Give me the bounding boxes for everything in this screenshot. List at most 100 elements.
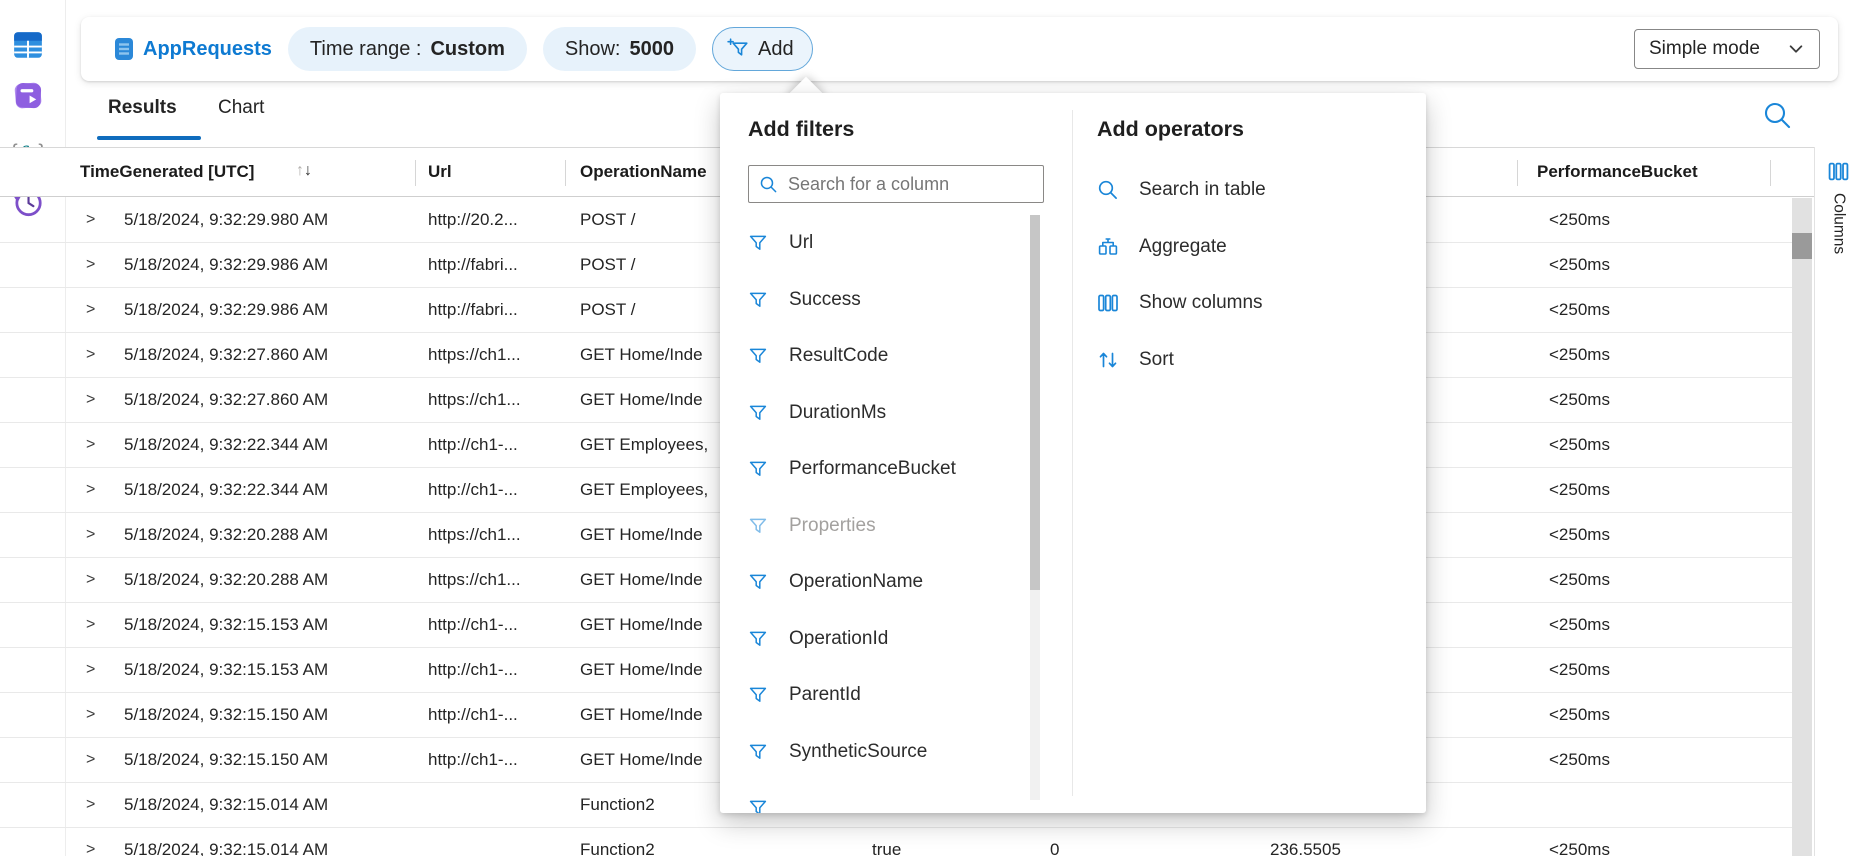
cell-operation: Function2 bbox=[580, 828, 655, 856]
table-name-link[interactable]: AppRequests bbox=[114, 36, 272, 62]
cell-performance: <250ms bbox=[1549, 468, 1610, 512]
active-tab-underline bbox=[97, 136, 201, 140]
row-expand-chevron-icon[interactable]: > bbox=[86, 333, 95, 376]
header-operation-name[interactable]: OperationName bbox=[580, 148, 707, 196]
column-search-input[interactable] bbox=[788, 174, 1033, 195]
cell-time: 5/18/2024, 9:32:29.986 AM bbox=[124, 243, 328, 287]
column-search-box[interactable] bbox=[748, 165, 1044, 203]
notebook-icon[interactable] bbox=[12, 79, 46, 113]
row-expand-chevron-icon[interactable]: > bbox=[86, 783, 95, 826]
filter-item-label: ResultCode bbox=[789, 345, 888, 367]
cell-url: https://ch1... bbox=[428, 333, 521, 377]
filter-item-label: OperationId bbox=[789, 628, 888, 650]
row-expand-chevron-icon[interactable]: > bbox=[86, 693, 95, 736]
filter-list-scrollbar[interactable] bbox=[1030, 215, 1040, 800]
column-divider bbox=[1517, 160, 1518, 186]
cell-operation: GET Home/Inde bbox=[580, 378, 703, 422]
table-scrollbar-thumb[interactable] bbox=[1792, 233, 1812, 259]
filter-item-url[interactable]: Url bbox=[748, 215, 1026, 272]
operator-item-aggregate[interactable]: Aggregate bbox=[1097, 219, 1402, 276]
cell-performance: <250ms bbox=[1549, 198, 1610, 242]
filter-item-parentid[interactable]: ParentId bbox=[748, 667, 1026, 724]
toolbar: AppRequests Time range : Custom Show: 50… bbox=[81, 17, 1838, 81]
cell-url: http://fabri... bbox=[428, 288, 518, 332]
filter-item-resultcode[interactable]: ResultCode bbox=[748, 328, 1026, 385]
filter-item-syntheticsource[interactable]: SyntheticSource bbox=[748, 724, 1026, 781]
cell-performance: <250ms bbox=[1549, 378, 1610, 422]
cell-operation: GET Home/Inde bbox=[580, 558, 703, 602]
filter-item-operationid[interactable]: OperationId bbox=[748, 611, 1026, 668]
filter-list-scrollbar-thumb[interactable] bbox=[1030, 215, 1040, 590]
cell-time: 5/18/2024, 9:32:15.150 AM bbox=[124, 738, 328, 782]
operator-item-search-in-table[interactable]: Search in table bbox=[1097, 162, 1402, 219]
cell-url: https://ch1... bbox=[428, 513, 521, 557]
row-expand-chevron-icon[interactable]: > bbox=[86, 378, 95, 421]
row-expand-chevron-icon[interactable]: > bbox=[86, 558, 95, 601]
header-url[interactable]: Url bbox=[428, 148, 452, 196]
cell-operation: GET Home/Inde bbox=[580, 603, 703, 647]
filter-item-durationms[interactable]: DurationMs bbox=[748, 385, 1026, 442]
time-range-value: Custom bbox=[430, 38, 504, 61]
columns-tab-label: Columns bbox=[1830, 193, 1848, 254]
table-scrollbar[interactable] bbox=[1792, 198, 1812, 856]
table-view-icon[interactable] bbox=[12, 29, 46, 63]
cell-duration_ms: 236.5505 bbox=[1270, 828, 1341, 856]
cell-performance: <250ms bbox=[1549, 423, 1610, 467]
row-expand-chevron-icon[interactable]: > bbox=[86, 423, 95, 466]
sort-descending-icon: ↓ bbox=[304, 162, 312, 179]
filter-item-operationname[interactable]: OperationName bbox=[748, 554, 1026, 611]
row-expand-chevron-icon[interactable]: > bbox=[86, 603, 95, 646]
mode-selector[interactable]: Simple mode bbox=[1634, 29, 1820, 69]
row-expand-chevron-icon[interactable]: > bbox=[86, 288, 95, 331]
operator-item-sort[interactable]: Sort bbox=[1097, 332, 1402, 389]
tab-chart[interactable]: Chart bbox=[218, 97, 264, 119]
time-range-pill[interactable]: Time range : Custom bbox=[288, 27, 527, 71]
tab-results[interactable]: Results bbox=[108, 97, 177, 119]
sort-ascending-icon: ↑ bbox=[296, 162, 304, 179]
cell-time: 5/18/2024, 9:32:15.014 AM bbox=[124, 828, 328, 856]
row-expand-chevron-icon[interactable]: > bbox=[86, 648, 95, 691]
row-expand-chevron-icon[interactable]: > bbox=[86, 513, 95, 556]
operator-item-label: Aggregate bbox=[1139, 236, 1227, 258]
app-root: {fx} AppRequests Time range : Custom bbox=[0, 0, 1862, 856]
cell-operation: GET Home/Inde bbox=[580, 648, 703, 692]
row-expand-chevron-icon[interactable]: > bbox=[86, 828, 95, 856]
cell-performance: <250ms bbox=[1549, 513, 1610, 557]
header-performance-bucket[interactable]: PerformanceBucket bbox=[1537, 148, 1698, 196]
filter-item-label: Url bbox=[789, 232, 813, 254]
cell-operation: GET Employees, bbox=[580, 423, 708, 467]
search-icon bbox=[1097, 179, 1119, 201]
filter-funnel-icon bbox=[748, 290, 768, 310]
cell-performance: <250ms bbox=[1549, 333, 1610, 377]
cell-url: http://ch1-... bbox=[428, 648, 518, 692]
cell-performance: <250ms bbox=[1549, 288, 1610, 332]
sort-control[interactable]: ↑↓ bbox=[296, 148, 312, 194]
row-expand-chevron-icon[interactable]: > bbox=[86, 738, 95, 781]
filter-item-performancebucket[interactable]: PerformanceBucket bbox=[748, 441, 1026, 498]
columns-side-tab[interactable]: Columns bbox=[1814, 147, 1862, 856]
add-filter-button[interactable]: Add bbox=[712, 27, 813, 71]
row-expand-chevron-icon[interactable]: > bbox=[86, 243, 95, 286]
table-name: AppRequests bbox=[143, 38, 272, 61]
time-range-label: Time range : bbox=[310, 38, 422, 61]
cell-performance: <250ms bbox=[1549, 648, 1610, 692]
chevron-down-icon bbox=[1787, 40, 1805, 58]
filter-item-success[interactable]: Success bbox=[748, 272, 1026, 329]
operator-list: Search in table Aggregate Show columns Sort bbox=[1097, 162, 1402, 388]
operator-item-label: Show columns bbox=[1139, 292, 1263, 314]
column-divider bbox=[415, 160, 416, 186]
table-row[interactable]: >5/18/2024, 9:32:15.014 AMFunction2true0… bbox=[0, 828, 1792, 856]
filter-item-partial[interactable] bbox=[748, 780, 1026, 813]
row-expand-chevron-icon[interactable]: > bbox=[86, 198, 95, 241]
cell-operation: GET Home/Inde bbox=[580, 333, 703, 377]
header-time-generated[interactable]: TimeGenerated [UTC] bbox=[80, 148, 254, 196]
search-icon[interactable] bbox=[1762, 100, 1792, 130]
row-expand-chevron-icon[interactable]: > bbox=[86, 468, 95, 511]
filter-item-properties: Properties bbox=[748, 498, 1026, 555]
add-filters-title: Add filters bbox=[748, 117, 854, 142]
column-divider bbox=[565, 160, 566, 186]
sort-icon bbox=[1097, 349, 1119, 371]
show-limit-pill[interactable]: Show: 5000 bbox=[543, 27, 696, 71]
operator-item-show-columns[interactable]: Show columns bbox=[1097, 275, 1402, 332]
column-divider bbox=[1770, 160, 1771, 186]
